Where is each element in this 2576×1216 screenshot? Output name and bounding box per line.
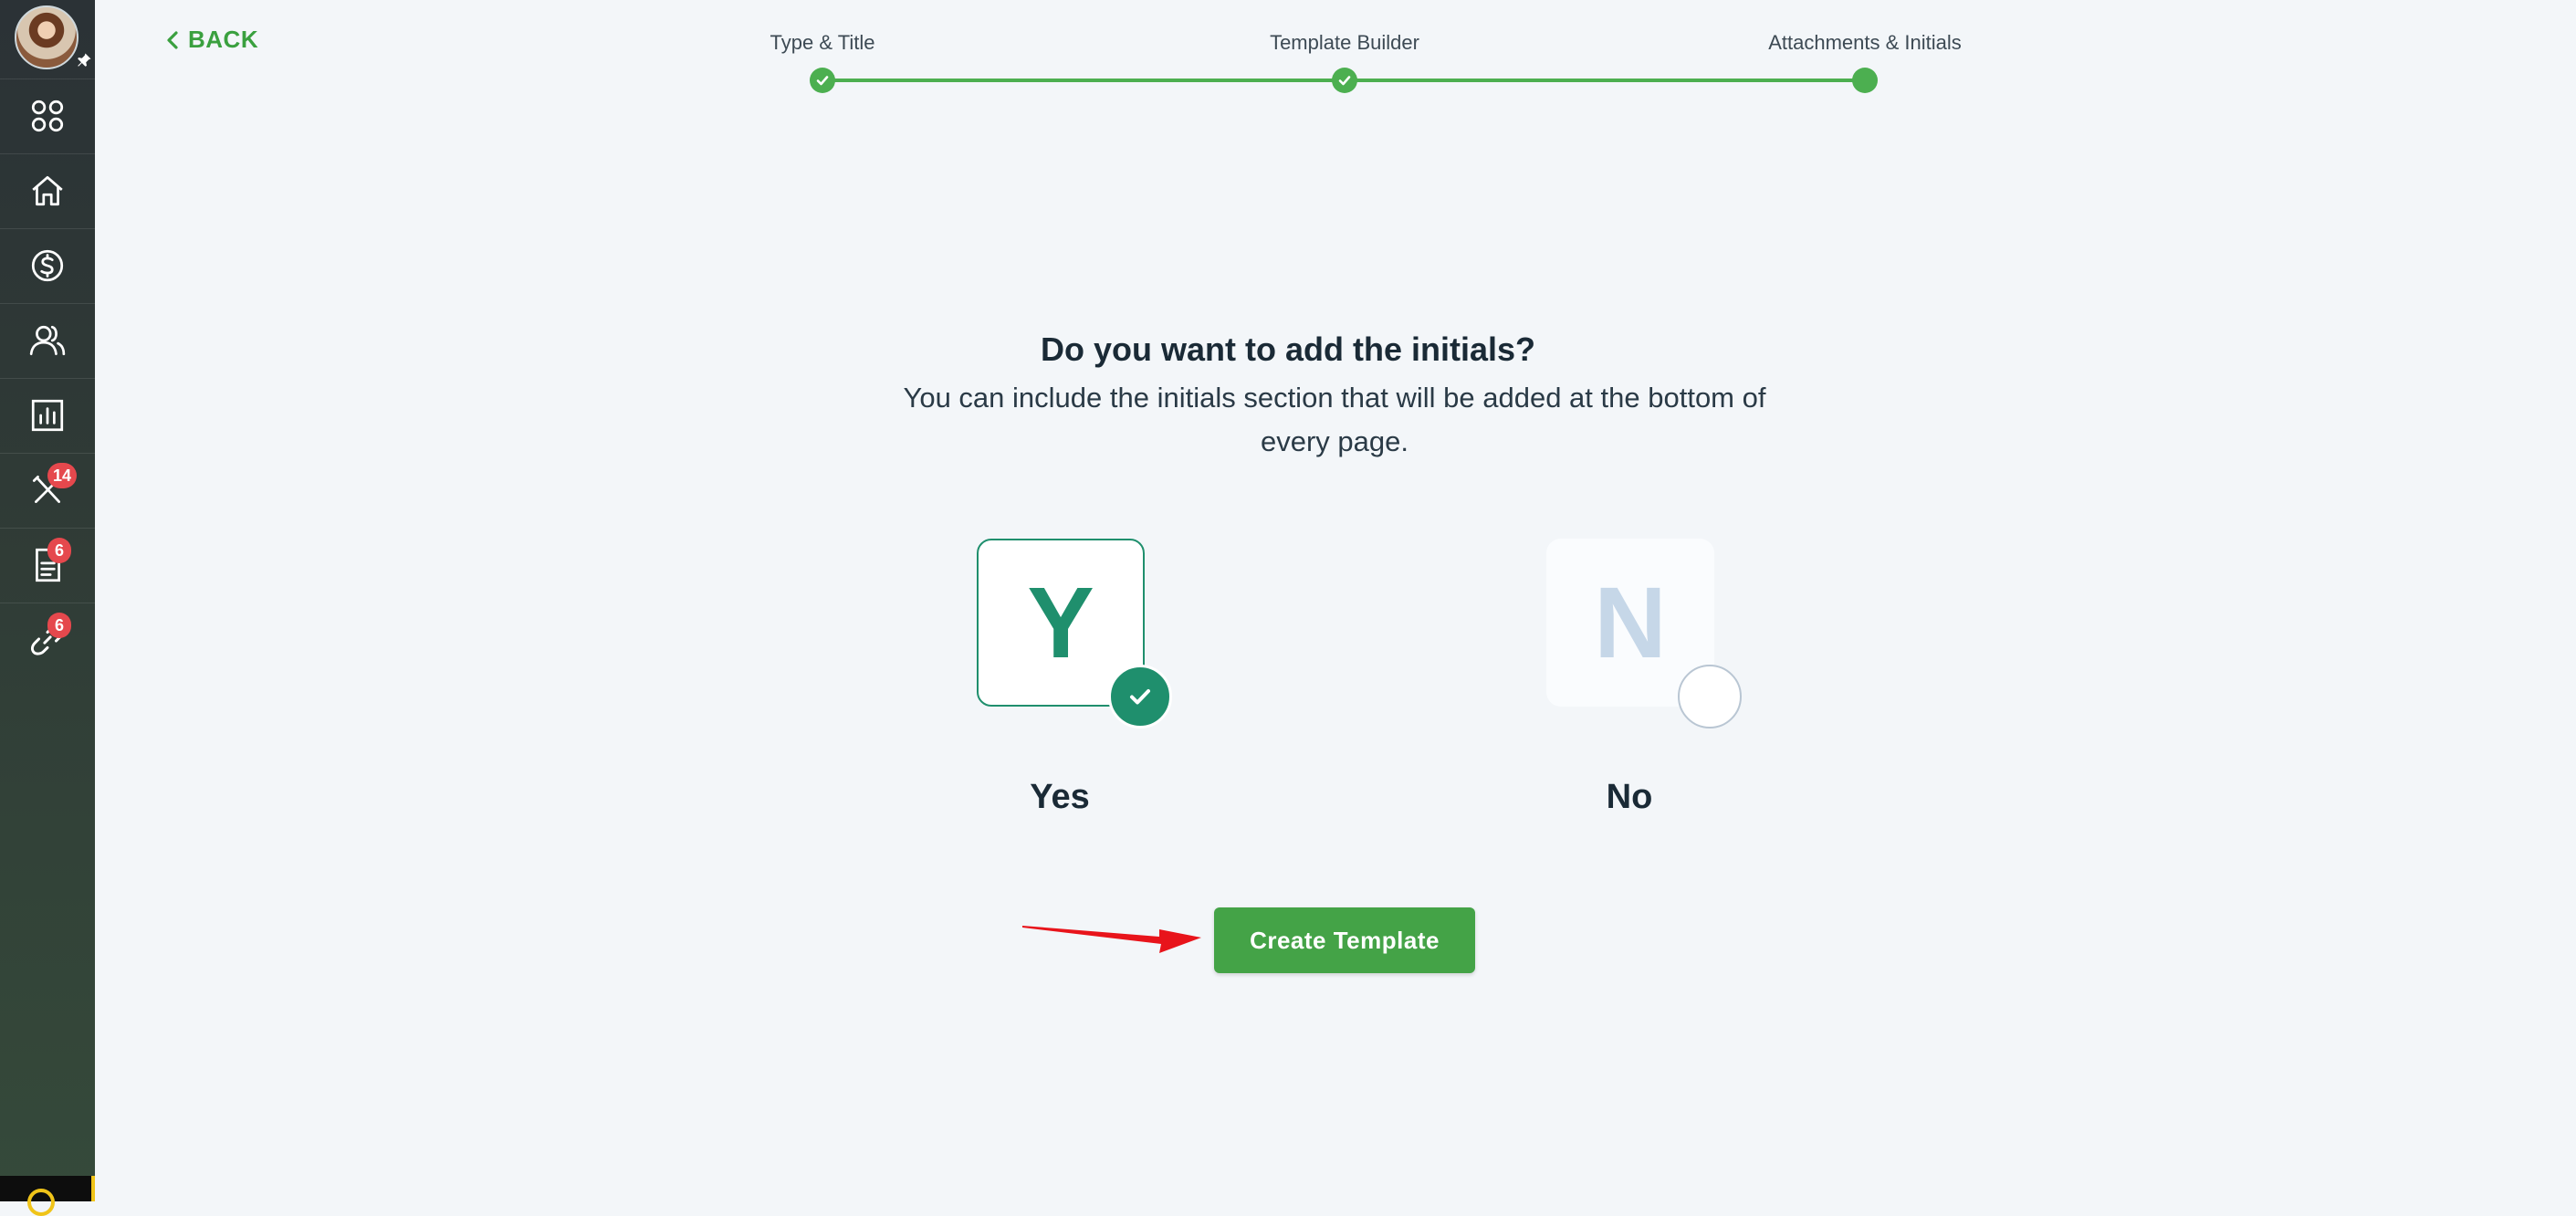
check-icon xyxy=(816,76,829,86)
sidebar-item-apps[interactable] xyxy=(0,79,95,152)
sidebar-bottom-strip xyxy=(0,1176,95,1216)
help-icon[interactable] xyxy=(27,1189,55,1216)
step-template-builder[interactable] xyxy=(1332,68,1357,93)
selected-check-icon[interactable] xyxy=(1108,665,1172,729)
option-yes-label: Yes xyxy=(1030,778,1090,816)
chevron-left-icon xyxy=(167,30,178,49)
sidebar-item-payments[interactable] xyxy=(0,228,95,301)
chart-icon xyxy=(31,399,64,431)
option-no-label: No xyxy=(1606,778,1653,816)
step-attachments-initials[interactable] xyxy=(1852,68,1878,93)
back-label: BACK xyxy=(188,26,259,53)
avatar[interactable] xyxy=(15,5,79,69)
tools-badge: 14 xyxy=(47,463,78,488)
links-badge: 6 xyxy=(47,613,71,638)
sidebar-item-reports[interactable] xyxy=(0,378,95,451)
step-type-title[interactable] xyxy=(810,68,835,93)
dollar-icon xyxy=(31,249,64,281)
sidebar: 14 6 6 xyxy=(0,0,95,1216)
red-arrow-annotation xyxy=(1022,926,1201,953)
pin-icon[interactable] xyxy=(75,51,93,69)
sidebar-item-documents[interactable]: 6 xyxy=(0,528,95,601)
question-subtitle: You can include the initials section tha… xyxy=(903,382,1766,457)
option-no-radio[interactable] xyxy=(1678,665,1742,729)
step-label-attachments-initials: Attachments & Initials xyxy=(1768,31,1962,54)
option-yes-letter: Y xyxy=(1027,566,1094,679)
question-title: Do you want to add the initials? xyxy=(1040,330,1535,368)
sidebar-item-home[interactable] xyxy=(0,153,95,226)
back-button[interactable]: BACK xyxy=(166,26,258,54)
step-label-type-title: Type & Title xyxy=(770,31,875,54)
documents-badge: 6 xyxy=(47,538,71,563)
check-icon xyxy=(1338,76,1351,86)
sidebar-item-links[interactable]: 6 xyxy=(0,603,95,676)
sidebar-item-tools[interactable]: 14 xyxy=(0,453,95,526)
apps-grid-icon xyxy=(31,100,64,131)
option-no-letter: N xyxy=(1594,566,1667,679)
step-label-template-builder: Template Builder xyxy=(1270,31,1419,54)
create-template-button[interactable]: Create Template xyxy=(1214,907,1475,973)
avatar-area xyxy=(0,0,95,77)
home-icon xyxy=(32,175,63,205)
